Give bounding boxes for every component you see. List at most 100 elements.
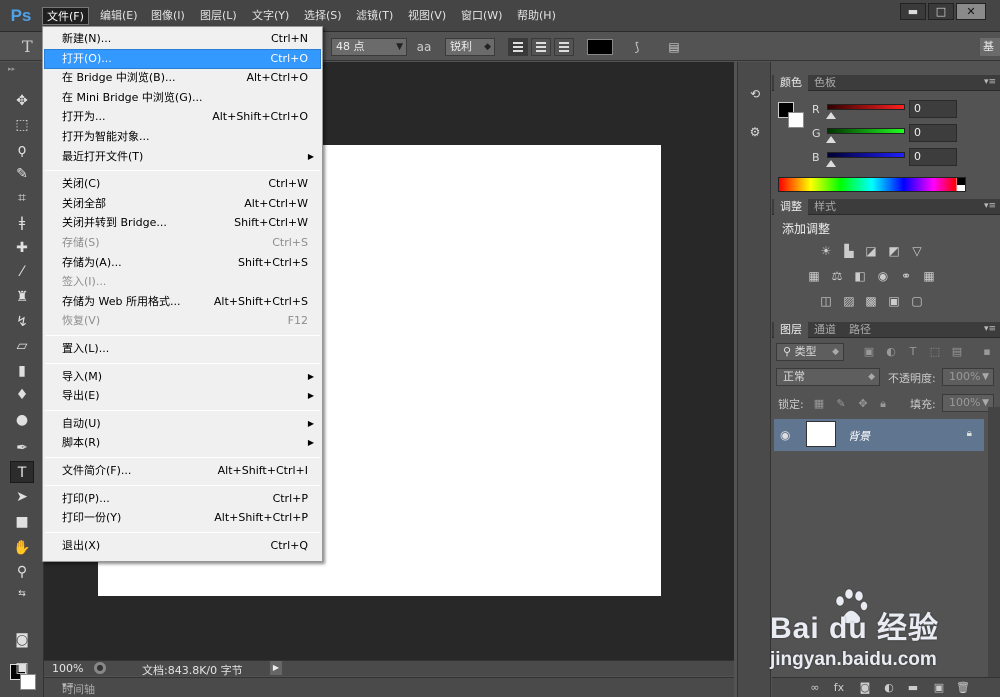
layers-scrollbar[interactable] [988,407,1000,697]
panel-menu-icon[interactable]: ▾≡ [984,77,996,87]
tab-color[interactable]: 颜色 [774,75,808,91]
zoom-level[interactable]: 100% [52,662,83,675]
warp-text-icon[interactable]: ⟆ [628,39,646,55]
levels-icon[interactable]: ▙ [841,244,857,258]
gradient-tool-icon[interactable]: ▮ [10,360,34,382]
layer-style-icon[interactable]: fx [832,681,846,695]
crop-tool-icon[interactable]: ⌗ [10,187,34,209]
stamp-tool-icon[interactable]: ♜ [10,286,34,308]
vibrance-icon[interactable]: ▽ [909,244,925,258]
lock-position-icon[interactable]: ✥ [856,397,870,411]
move-tool-icon[interactable]: ✥ [10,90,34,112]
file-menu-item[interactable]: 文件简介(F)... Alt+Shift+Ctrl+I [45,462,320,480]
antialias-select[interactable]: 锐利 ◆ [445,38,495,56]
color-background[interactable] [788,112,804,128]
font-size-select[interactable]: 48 点 ▼ [331,38,407,56]
panel-grip-icon[interactable]: ▸▸ [8,65,15,73]
visibility-eye-icon[interactable]: ◉ [780,428,790,442]
file-menu-item[interactable]: 最近打开文件(T) ▶ [45,148,320,166]
file-menu-item[interactable]: 关闭(C) Ctrl+W [45,175,320,193]
add-mask-icon[interactable]: ◙ [858,681,872,695]
file-menu-item[interactable]: 打开为... Alt+Shift+Ctrl+O [45,108,320,126]
quick-mask-icon[interactable]: ◙ [10,629,34,651]
info-icon[interactable]: ● [94,662,106,674]
smart-object-filter-icon[interactable]: ▤ [950,345,964,359]
blue-slider[interactable] [827,152,905,158]
properties-panel-icon[interactable]: ⚙ [745,122,765,142]
file-menu-item[interactable]: 打印(P)... Ctrl+P [45,490,320,508]
lock-all-icon[interactable]: 🔒︎ [876,397,890,411]
menu-help[interactable]: 帮助(H) [513,7,560,25]
photo-filter-icon[interactable]: ◉ [875,269,891,283]
history-panel-icon[interactable]: ⟲ [745,84,765,104]
tab-paths[interactable]: 路径 [843,322,877,338]
panel-menu-icon[interactable]: ▾≡ [984,201,996,211]
black-white-icon[interactable]: ◧ [852,269,868,283]
menu-window[interactable]: 窗口(W) [457,7,506,25]
invert-icon[interactable]: ◫ [818,294,834,308]
brightness-contrast-icon[interactable]: ☀ [818,244,834,258]
link-layers-icon[interactable]: ∞ [808,681,822,695]
blend-mode-select[interactable]: 正常 ◆ [776,368,880,386]
status-menu-arrow-icon[interactable]: ▶ [270,661,282,675]
layer-name[interactable]: 背景 [848,428,870,444]
tab-swatches[interactable]: 色板 [808,75,842,91]
file-menu-item[interactable]: 在 Bridge 中浏览(B)... Alt+Ctrl+O [45,69,320,87]
red-slider[interactable] [827,104,905,110]
text-tool-preset-icon[interactable]: T [22,37,42,57]
lock-transparent-icon[interactable]: ▦ [812,397,826,411]
dodge-tool-icon[interactable]: ● [10,409,34,431]
lock-image-icon[interactable]: ✎ [834,397,848,411]
new-adjustment-icon[interactable]: ◐ [882,681,896,695]
blue-value[interactable]: 0 [909,148,957,166]
blur-tool-icon[interactable]: ♦ [10,384,34,406]
file-menu-item[interactable]: 新建(N)... Ctrl+N [45,30,320,48]
type-filter-icon[interactable]: T [906,345,920,359]
threshold-icon[interactable]: ▩ [863,294,879,308]
file-menu-item[interactable]: 关闭并转到 Bridge... Shift+Ctrl+W [45,214,320,232]
maximize-button[interactable]: □ [928,3,954,20]
menu-file[interactable]: 文件(F) [42,7,89,25]
marquee-tool-icon[interactable]: ⬚ [10,114,34,136]
menu-edit[interactable]: 编辑(E) [96,7,142,25]
color-balance-icon[interactable]: ⚖ [829,269,845,283]
eraser-tool-icon[interactable]: ▱ [10,335,34,357]
file-menu-item[interactable]: 导出(E) ▶ [45,387,320,405]
adjustment-filter-icon[interactable]: ◐ [884,345,898,359]
file-menu-item[interactable]: 导入(M) ▶ [45,368,320,386]
layer-row[interactable]: ◉ 背景 🔒︎ [774,419,984,451]
path-select-tool-icon[interactable]: ➤ [10,486,34,508]
layer-filter-select[interactable]: ⚲ 类型 ◆ [776,343,844,361]
pixel-filter-icon[interactable]: ▣ [862,345,876,359]
file-menu-item[interactable]: 存储为(A)... Shift+Ctrl+S [45,254,320,272]
red-slider-thumb[interactable] [826,112,836,119]
align-center-button[interactable] [531,38,551,56]
file-menu-item[interactable]: 自动(U) ▶ [45,415,320,433]
align-right-button[interactable] [554,38,574,56]
blue-slider-thumb[interactable] [826,160,836,167]
history-brush-tool-icon[interactable]: ↯ [10,311,34,333]
shape-tool-icon[interactable]: ■ [10,511,34,533]
quick-select-tool-icon[interactable]: ✎ [10,163,34,185]
menu-image[interactable]: 图像(I) [147,7,189,25]
menu-select[interactable]: 选择(S) [300,7,346,25]
panel-menu-icon[interactable]: ▾≡ [62,681,728,691]
menu-layer[interactable]: 图层(L) [196,7,241,25]
green-slider[interactable] [827,128,905,134]
fill-field[interactable]: 100% ▼ [942,394,994,412]
file-menu-item[interactable]: 打印一份(Y) Alt+Shift+Ctrl+P [45,509,320,527]
file-menu-item[interactable]: 在 Mini Bridge 中浏览(G)... [45,89,320,107]
file-menu-item[interactable]: 存储为 Web 所用格式... Alt+Shift+Ctrl+S [45,293,320,311]
posterize-icon[interactable]: ▨ [841,294,857,308]
text-color-swatch[interactable] [587,39,613,55]
file-menu-item[interactable]: 退出(X) Ctrl+Q [45,537,320,555]
close-button[interactable]: ✕ [956,3,986,20]
minimize-button[interactable]: ▬ [900,3,926,20]
shape-filter-icon[interactable]: ⬚ [928,345,942,359]
pen-tool-icon[interactable]: ✒ [10,437,34,459]
file-menu-item[interactable]: 置入(L)... [45,340,320,358]
essentials-button[interactable]: 基 [980,38,1000,56]
hue-saturation-icon[interactable]: ▦ [806,269,822,283]
hand-tool-icon[interactable]: ✋ [10,537,34,559]
swap-colors-icon[interactable]: ⇆ [10,583,34,605]
